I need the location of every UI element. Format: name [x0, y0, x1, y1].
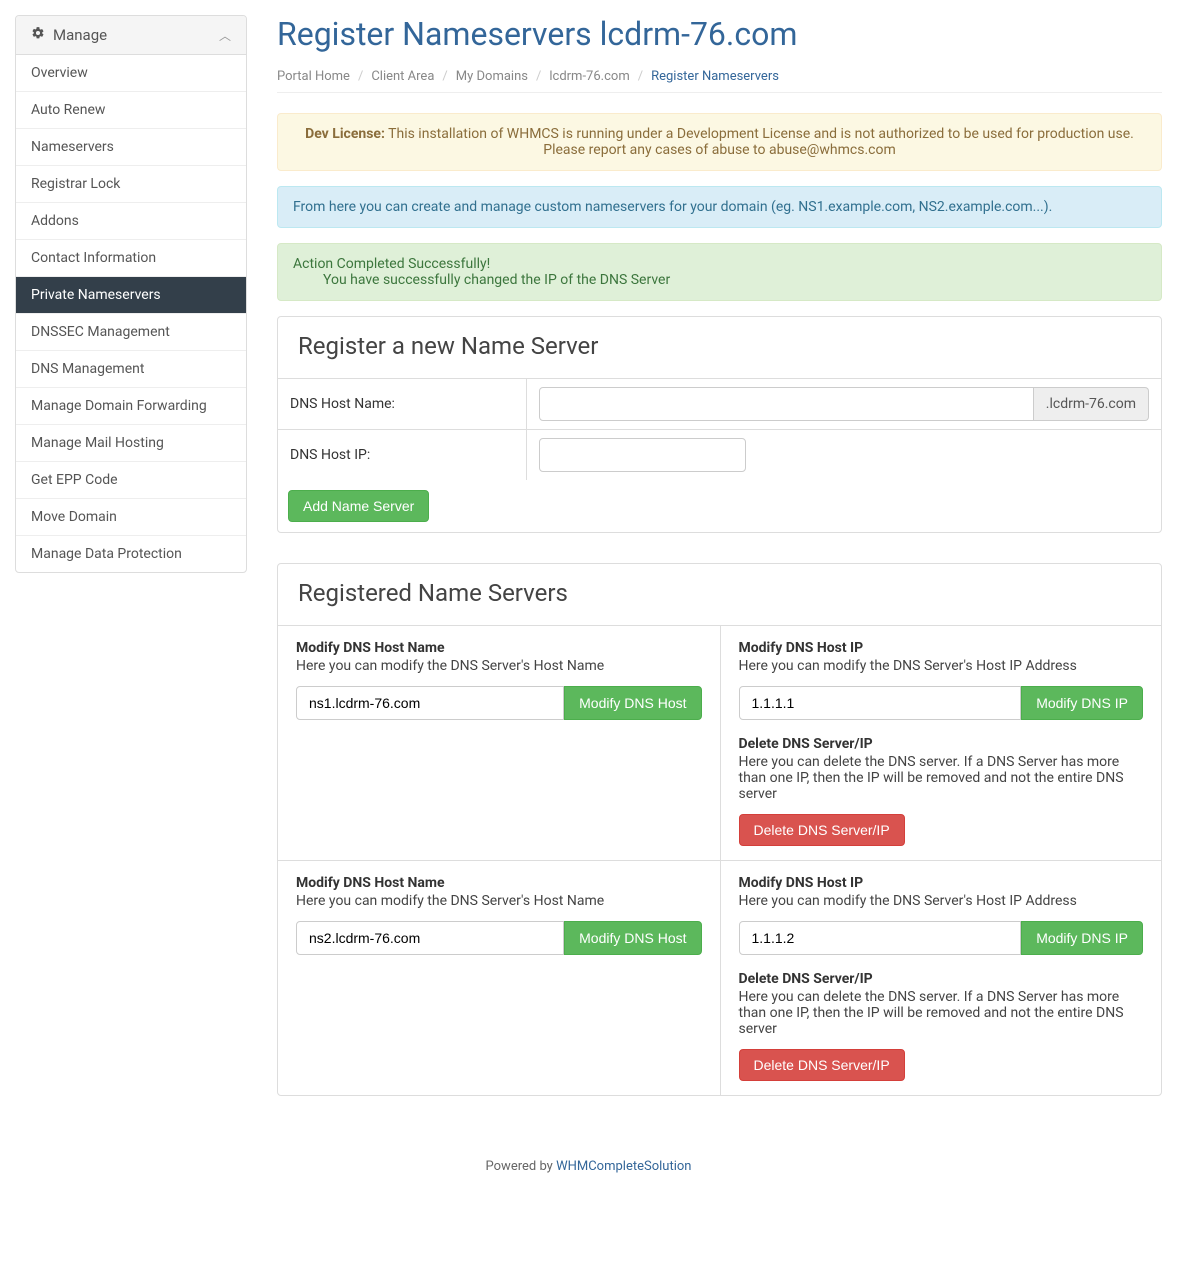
sidebar-item[interactable]: Get EPP Code: [16, 462, 246, 498]
modify-ip-title: Modify DNS Host IP: [739, 875, 1144, 891]
breadcrumb: Portal Home Client Area My Domains lcdrm-76…: [277, 61, 1162, 93]
dev-license-alert: Dev License: This installation of WHMCS …: [277, 113, 1162, 171]
delete-desc: Here you can delete the DNS server. If a…: [739, 989, 1144, 1037]
sidebar-item[interactable]: Contact Information: [16, 240, 246, 276]
registered-panel-title: Registered Name Servers: [278, 564, 1161, 625]
info-alert: From here you can create and manage cust…: [277, 186, 1162, 228]
modify-ip-title: Modify DNS Host IP: [739, 640, 1144, 656]
ns-hostname-input[interactable]: [296, 921, 564, 955]
sidebar-item[interactable]: Private Nameservers: [16, 277, 246, 313]
modify-ip-button[interactable]: Modify DNS IP: [1021, 921, 1143, 955]
success-alert: Action Completed Successfully! You have …: [277, 243, 1162, 301]
modify-ip-desc: Here you can modify the DNS Server's Hos…: [739, 658, 1144, 674]
dev-license-prefix: Dev License:: [305, 126, 385, 142]
sidebar-item[interactable]: Registrar Lock: [16, 166, 246, 202]
ns-host-cell: Modify DNS Host Name Here you can modify …: [278, 625, 720, 860]
sidebar-item[interactable]: DNS Management: [16, 351, 246, 387]
sidebar-item[interactable]: Manage Mail Hosting: [16, 425, 246, 461]
success-body: You have successfully changed the IP of …: [293, 272, 1146, 288]
hostip-label: DNS Host IP:: [278, 430, 526, 481]
modify-host-desc: Here you can modify the DNS Server's Hos…: [296, 658, 702, 674]
breadcrumb-link[interactable]: Portal Home: [277, 69, 350, 84]
sidebar-header-label: Manage: [53, 26, 107, 44]
domain-suffix: .lcdrm-76.com: [1034, 387, 1149, 421]
delete-ns-button[interactable]: Delete DNS Server/IP: [739, 814, 905, 846]
ns-ip-input[interactable]: [739, 686, 1022, 720]
ns-ip-cell: Modify DNS Host IP Here you can modify th…: [720, 860, 1162, 1095]
modify-ip-desc: Here you can modify the DNS Server's Hos…: [739, 893, 1144, 909]
registered-panel: Registered Name Servers Modify DNS Host …: [277, 563, 1162, 1096]
ns-ip-cell: Modify DNS Host IP Here you can modify th…: [720, 625, 1162, 860]
chevron-up-icon: ︿: [219, 27, 231, 44]
footer: Powered by WHMCompleteSolution: [0, 1141, 1177, 1182]
footer-link[interactable]: WHMCompleteSolution: [556, 1159, 691, 1174]
add-nameserver-button[interactable]: Add Name Server: [288, 490, 429, 522]
modify-host-button[interactable]: Modify DNS Host: [564, 686, 701, 720]
sidebar-item[interactable]: Overview: [16, 55, 246, 91]
hostname-input[interactable]: [539, 387, 1034, 421]
delete-title: Delete DNS Server/IP: [739, 971, 1144, 987]
sidebar-item[interactable]: Auto Renew: [16, 92, 246, 128]
gear-icon: [31, 26, 45, 44]
success-title: Action Completed Successfully!: [293, 256, 1146, 272]
sidebar-item[interactable]: DNSSEC Management: [16, 314, 246, 350]
page-title: Register Nameservers lcdrm-76.com: [277, 15, 1162, 53]
sidebar-item[interactable]: Nameservers: [16, 129, 246, 165]
ns-hostname-input[interactable]: [296, 686, 564, 720]
breadcrumb-link[interactable]: My Domains: [456, 69, 528, 84]
modify-host-title: Modify DNS Host Name: [296, 875, 702, 891]
sidebar-item[interactable]: Addons: [16, 203, 246, 239]
delete-ns-button[interactable]: Delete DNS Server/IP: [739, 1049, 905, 1081]
delete-desc: Here you can delete the DNS server. If a…: [739, 754, 1144, 802]
hostname-label: DNS Host Name:: [278, 379, 526, 430]
sidebar-item[interactable]: Manage Data Protection: [16, 536, 246, 572]
hostip-input[interactable]: [539, 438, 746, 472]
modify-host-desc: Here you can modify the DNS Server's Hos…: [296, 893, 702, 909]
breadcrumb-link[interactable]: Client Area: [371, 69, 434, 84]
modify-host-title: Modify DNS Host Name: [296, 640, 702, 656]
delete-title: Delete DNS Server/IP: [739, 736, 1144, 752]
sidebar-item[interactable]: Move Domain: [16, 499, 246, 535]
modify-host-button[interactable]: Modify DNS Host: [564, 921, 701, 955]
breadcrumb-link[interactable]: lcdrm-76.com: [549, 69, 629, 84]
modify-ip-button[interactable]: Modify DNS IP: [1021, 686, 1143, 720]
breadcrumb-current: Register Nameservers: [630, 69, 779, 84]
main-content: Register Nameservers lcdrm-76.com Portal…: [277, 15, 1162, 1126]
nameserver-grid: Modify DNS Host Name Here you can modify …: [278, 625, 1161, 1095]
sidebar-item[interactable]: Manage Domain Forwarding: [16, 388, 246, 424]
ns-ip-input[interactable]: [739, 921, 1022, 955]
footer-prefix: Powered by: [486, 1159, 557, 1174]
dev-license-text: This installation of WHMCS is running un…: [385, 126, 1134, 158]
sidebar-nav: OverviewAuto RenewNameserversRegistrar L…: [16, 55, 246, 572]
ns-host-cell: Modify DNS Host Name Here you can modify …: [278, 860, 720, 1095]
register-panel-title: Register a new Name Server: [278, 317, 1161, 378]
register-panel: Register a new Name Server DNS Host Name…: [277, 316, 1162, 533]
sidebar-header[interactable]: Manage ︿: [16, 16, 246, 55]
sidebar: Manage ︿ OverviewAuto RenewNameserversRe…: [15, 15, 247, 1126]
